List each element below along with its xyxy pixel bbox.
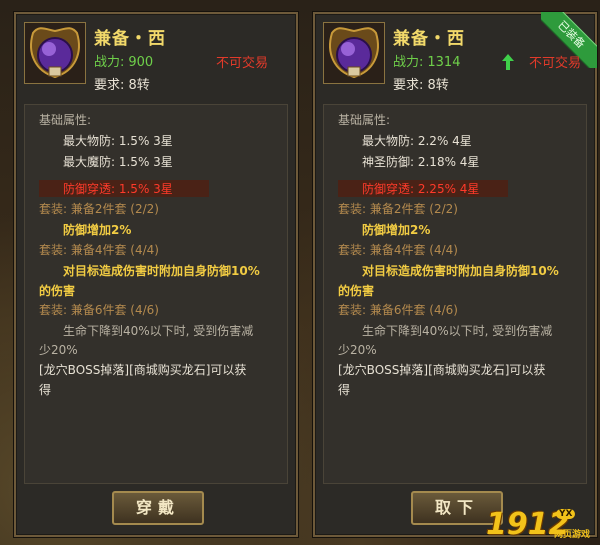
site-watermark-logo: 1912 YX 网页游戏 — [486, 507, 596, 543]
item-source: [龙穴BOSS掉落][商城购买龙石]可以获 — [39, 363, 247, 377]
power-row: 战力: 900 — [94, 51, 153, 70]
requirement: 要求: 8转 — [393, 78, 449, 93]
attr-line: 神圣防御: 2.18% 4星 — [362, 155, 480, 169]
set-effect: 的伤害 — [39, 284, 76, 298]
set-header: 套装: 兼备4件套 (4/4) — [338, 243, 458, 257]
power-label: 战力: — [94, 55, 125, 70]
item-icon — [24, 22, 86, 84]
set-effect: 的伤害 — [338, 284, 375, 298]
attr-header: 基础属性: — [338, 113, 391, 127]
item-source: 得 — [338, 383, 351, 397]
set-effect: 对目标造成伤害时附加自身防御10% — [362, 264, 559, 278]
set-effect: 对目标造成伤害时附加自身防御10% — [63, 264, 260, 278]
power-label: 战力: — [393, 55, 424, 70]
requirement: 要求: 8转 — [94, 78, 150, 93]
set-header: 套装: 兼备6件套 (4/6) — [338, 303, 458, 317]
attr-line: 最大物防: 1.5% 3星 — [63, 134, 173, 148]
tooltip-header: 兼备・西 战力: 900 不可交易 要求: 8转 — [16, 14, 296, 102]
item-tooltip-equipped: 已装备 兼备・西 战力: 1314 不可交易 要求: 8转 基础属性: 最大物防:… — [313, 12, 597, 537]
tooltip-header: 兼备・西 战力: 1314 不可交易 要求: 8转 — [315, 14, 595, 102]
logo-subtitle: 网页游戏 — [554, 530, 591, 540]
set-effect: 防御增加2% — [63, 223, 132, 237]
upgrade-arrow-icon — [502, 54, 514, 70]
set-effect: 生命下降到40%以下时, 受到伤害减 — [362, 324, 553, 338]
equip-button[interactable]: 穿戴 — [112, 491, 204, 525]
item-source: [龙穴BOSS掉落][商城购买龙石]可以获 — [338, 363, 546, 377]
power-value: 1314 — [427, 55, 461, 70]
attr-header: 基础属性: — [39, 113, 92, 127]
item-tooltip-compare: 兼备・西 战力: 900 不可交易 要求: 8转 基础属性: 最大物防: 1.5%… — [14, 12, 298, 537]
set-effect: 生命下降到40%以下时, 受到伤害减 — [63, 324, 254, 338]
tooltip-body: 基础属性: 最大物防: 2.2% 4星 神圣防御: 2.18% 4星 防御穿透:… — [323, 104, 587, 484]
item-icon — [323, 22, 385, 84]
set-header: 套装: 兼备6件套 (4/6) — [39, 303, 159, 317]
item-name: 兼备・西 — [94, 29, 166, 49]
set-header: 套装: 兼备2件套 (2/2) — [338, 202, 458, 216]
logo-badge: YX — [556, 509, 576, 519]
set-header: 套装: 兼备2件套 (2/2) — [39, 202, 159, 216]
set-effect: 少20% — [39, 343, 78, 357]
power-value: 900 — [128, 55, 154, 70]
attr-line: 防御穿透: 2.25% 4星 — [362, 182, 480, 196]
set-effect: 少20% — [338, 343, 377, 357]
attr-line: 最大物防: 2.2% 4星 — [362, 134, 472, 148]
item-name: 兼备・西 — [393, 29, 465, 49]
tooltip-body: 基础属性: 最大物防: 1.5% 3星 最大魔防: 1.5% 3星 防御穿透: … — [24, 104, 288, 484]
trade-status: 不可交易 — [529, 56, 582, 71]
set-effect: 防御增加2% — [362, 223, 431, 237]
item-source: 得 — [39, 383, 52, 397]
set-header: 套装: 兼备4件套 (4/4) — [39, 243, 159, 257]
trade-status: 不可交易 — [216, 56, 269, 71]
attr-line: 最大魔防: 1.5% 3星 — [63, 155, 173, 169]
attr-line: 防御穿透: 1.5% 3星 — [63, 182, 173, 196]
orb-icon — [30, 27, 80, 79]
orb-icon — [329, 27, 379, 79]
power-row: 战力: 1314 — [393, 51, 460, 70]
